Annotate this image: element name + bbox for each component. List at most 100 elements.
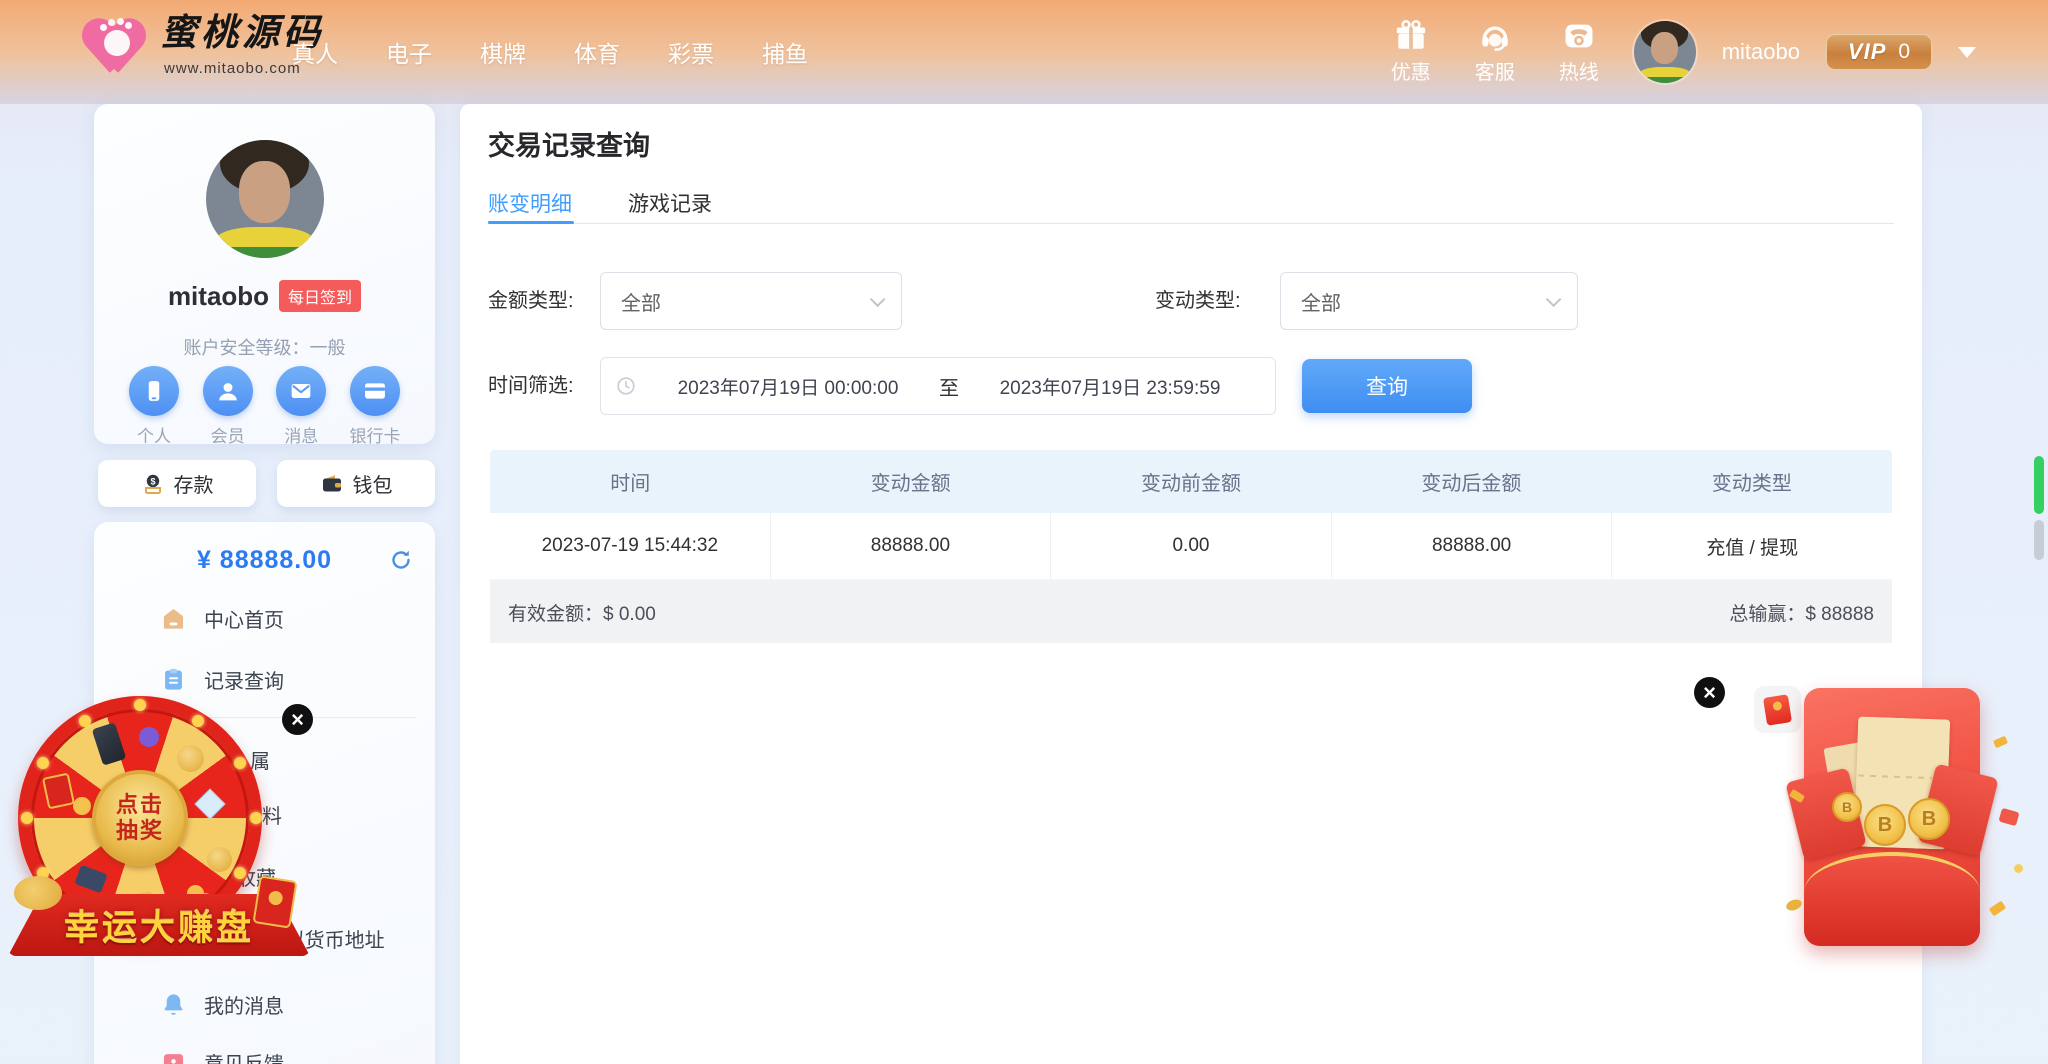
hotline-link[interactable]: 热线 bbox=[1550, 19, 1608, 85]
menu-my-messages[interactable]: 我的消息 bbox=[94, 982, 435, 1026]
scrollbar-thumb-gray[interactable] bbox=[2034, 520, 2044, 560]
promo-link[interactable]: 优惠 bbox=[1382, 19, 1440, 85]
col-change-type: 变动类型 bbox=[1612, 450, 1892, 513]
header-username: mitaobo bbox=[1722, 39, 1800, 65]
wheel-spin-button[interactable]: 点击 抽奖 bbox=[92, 770, 188, 866]
deposit-coin-icon: $ bbox=[141, 472, 165, 496]
date-separator: 至 bbox=[939, 372, 959, 401]
cell-time: 2023-07-19 15:44:32 bbox=[490, 513, 771, 579]
date-range-input[interactable]: 2023年07月19日 00:00:00 至 2023年07月19日 23:59… bbox=[600, 357, 1276, 415]
scrollbar-thumb-green[interactable] bbox=[2034, 456, 2044, 514]
nav-fishing[interactable]: 捕鱼 bbox=[762, 35, 808, 69]
table-row: 2023-07-19 15:44:32 88888.00 0.00 88888.… bbox=[490, 513, 1892, 581]
feedback-icon bbox=[160, 1049, 187, 1064]
chevron-down-icon bbox=[1546, 291, 1562, 307]
shortcut-member[interactable]: 会员 bbox=[198, 366, 258, 447]
shortcut-messages[interactable]: 消息 bbox=[271, 366, 331, 447]
home-icon bbox=[160, 605, 187, 632]
confetti bbox=[2014, 864, 2023, 873]
balance-amount: ¥ 88888.00 bbox=[197, 546, 332, 575]
prize-coins bbox=[73, 797, 91, 815]
deposit-label: 存款 bbox=[174, 469, 214, 498]
cell-change-type: 充值 / 提现 bbox=[1612, 513, 1892, 579]
change-type-select[interactable]: 全部 bbox=[1280, 272, 1578, 330]
refresh-icon[interactable] bbox=[389, 548, 413, 572]
confetti bbox=[1785, 898, 1803, 913]
mobile-icon bbox=[140, 377, 168, 405]
profile-username: mitaobo bbox=[168, 281, 269, 312]
tab-account-changes[interactable]: 账变明细 bbox=[488, 188, 572, 236]
wheel-close-button[interactable]: × bbox=[282, 704, 313, 735]
wallet-button[interactable]: 钱包 bbox=[277, 460, 435, 507]
menu-feedback[interactable]: 意见反馈 bbox=[94, 1040, 435, 1064]
coin-icon: B bbox=[1864, 804, 1906, 846]
page-title: 交易记录查询 bbox=[488, 124, 650, 163]
table-header-row: 时间 变动金额 变动前金额 变动后金额 变动类型 bbox=[490, 450, 1892, 513]
daily-signin-badge[interactable]: 每日签到 bbox=[279, 280, 361, 312]
amount-type-select[interactable]: 全部 bbox=[600, 272, 902, 330]
bell-icon bbox=[160, 991, 187, 1018]
packet-thumbnail[interactable] bbox=[1754, 686, 1801, 733]
svg-text:$: $ bbox=[150, 476, 155, 486]
cell-after-amount: 88888.00 bbox=[1332, 513, 1613, 579]
vip-badge[interactable]: VIP 0 bbox=[1826, 34, 1932, 70]
col-after-amount: 变动后金额 bbox=[1331, 450, 1611, 513]
headset-icon bbox=[1478, 19, 1512, 53]
packet-close-button[interactable]: × bbox=[1694, 677, 1725, 708]
user-avatar[interactable] bbox=[1634, 21, 1696, 83]
red-packet-card[interactable]: B B B bbox=[1804, 688, 1980, 946]
lucky-wheel-promo[interactable]: 点击 抽奖 幸运大赚盘 bbox=[8, 688, 310, 988]
gift-icon bbox=[1394, 19, 1428, 53]
prize-gold-flower bbox=[207, 847, 232, 872]
date-start-value: 2023年07月19日 00:00:00 bbox=[637, 373, 939, 400]
chevron-down-icon[interactable] bbox=[1958, 47, 1976, 58]
active-tab-underline bbox=[488, 221, 574, 224]
security-level: 账户安全等级：一般 bbox=[94, 334, 435, 360]
nav-slots[interactable]: 电子 bbox=[386, 35, 432, 69]
shortcut-personal[interactable]: 个人 bbox=[124, 366, 184, 447]
total-winloss: 总输赢：$ 88888 bbox=[1729, 599, 1874, 626]
wheel-banner-text: 幸运大赚盘 bbox=[64, 900, 254, 951]
main-nav: 真人 电子 棋牌 体育 彩票 捕鱼 bbox=[292, 0, 808, 104]
nav-sports[interactable]: 体育 bbox=[574, 35, 620, 69]
nav-live[interactable]: 真人 bbox=[292, 35, 338, 69]
support-link[interactable]: 客服 bbox=[1466, 19, 1524, 85]
prize-jewels bbox=[139, 727, 159, 747]
prize-red-packet bbox=[42, 773, 75, 810]
shortcut-bankcard[interactable]: 银行卡 bbox=[345, 366, 405, 447]
cell-before-amount: 0.00 bbox=[1051, 513, 1332, 579]
table-summary-row: 有效金额：$ 0.00 总输赢：$ 88888 bbox=[490, 581, 1892, 643]
vip-level: 0 bbox=[1898, 40, 1910, 64]
tabs-border bbox=[488, 223, 1894, 224]
site-logo[interactable]: 蜜桃源码 www.mitaobo.com bbox=[78, 8, 324, 77]
profile-card: mitaobo 每日签到 账户安全等级：一般 个人 会员 消息 银行卡 bbox=[94, 104, 435, 444]
bankcard-icon bbox=[361, 377, 389, 405]
confetti bbox=[1998, 808, 2019, 826]
red-packet-icon bbox=[252, 875, 297, 928]
menu-home[interactable]: 中心首页 bbox=[94, 596, 435, 640]
mail-icon bbox=[287, 377, 315, 405]
hotline-label: 热线 bbox=[1559, 56, 1599, 85]
logo-heart-icon bbox=[78, 8, 150, 74]
vip-label: VIP bbox=[1848, 39, 1886, 65]
member-icon bbox=[214, 377, 242, 405]
cell-change-amount: 88888.00 bbox=[771, 513, 1052, 579]
coin-icon: B bbox=[1832, 792, 1862, 822]
deposit-button[interactable]: $ 存款 bbox=[98, 460, 256, 507]
search-button[interactable]: 查询 bbox=[1302, 359, 1472, 413]
clock-icon bbox=[615, 375, 637, 397]
transactions-table: 时间 变动金额 变动前金额 变动后金额 变动类型 2023-07-19 15:4… bbox=[490, 450, 1892, 643]
gold-pig-icon bbox=[14, 876, 62, 910]
red-packet-promo: × B B B bbox=[1694, 672, 2034, 1002]
top-header: 蜜桃源码 www.mitaobo.com 真人 电子 棋牌 体育 彩票 捕鱼 优… bbox=[0, 0, 2048, 104]
tab-game-records[interactable]: 游戏记录 bbox=[628, 188, 712, 236]
col-before-amount: 变动前金额 bbox=[1051, 450, 1331, 513]
promo-label: 优惠 bbox=[1391, 56, 1431, 85]
profile-avatar[interactable] bbox=[206, 140, 324, 258]
nav-cards[interactable]: 棋牌 bbox=[480, 35, 526, 69]
nav-lottery[interactable]: 彩票 bbox=[668, 35, 714, 69]
valid-amount: 有效金额：$ 0.00 bbox=[508, 599, 656, 626]
prize-diamond bbox=[194, 788, 225, 819]
col-change-amount: 变动金额 bbox=[770, 450, 1050, 513]
record-tabs: 账变明细 游戏记录 bbox=[488, 188, 712, 236]
